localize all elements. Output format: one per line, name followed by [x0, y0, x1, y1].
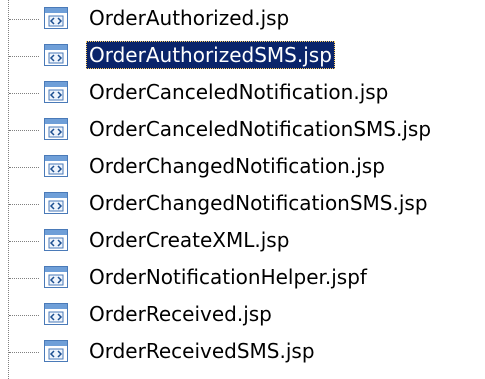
- tree-item-selected[interactable]: OrderAuthorizedSMS.jsp: [0, 37, 485, 74]
- jsp-file-icon: [44, 266, 68, 288]
- tree-item[interactable]: OrderNotificationHelper.jspf: [0, 259, 485, 296]
- tree-branch-line: [9, 130, 39, 131]
- jsp-file-icon: [44, 81, 68, 103]
- tree-branch-line: [9, 93, 39, 94]
- tree-item-label[interactable]: OrderAuthorizedSMS.jsp: [86, 41, 335, 69]
- tree-branch-line: [9, 19, 39, 20]
- jsp-file-icon: [44, 192, 68, 214]
- tree-branch-line: [9, 167, 39, 168]
- tree-item-label[interactable]: OrderChangedNotificationSMS.jsp: [86, 189, 431, 217]
- tree-item[interactable]: OrderReceivedSMS.jsp: [0, 333, 485, 370]
- jsp-file-icon: [44, 44, 68, 66]
- tree-item[interactable]: OrderCanceledNotificationSMS.jsp: [0, 111, 485, 148]
- tree-item[interactable]: OrderAuthorized.jsp: [0, 0, 485, 37]
- tree-item-label[interactable]: OrderCanceledNotification.jsp: [86, 78, 391, 106]
- tree-item-label[interactable]: OrderAuthorized.jsp: [86, 4, 292, 32]
- tree-item[interactable]: OrderReceived.jsp: [0, 296, 485, 333]
- tree-item[interactable]: OrderCreateXML.jsp: [0, 222, 485, 259]
- tree-branch-line: [9, 315, 39, 316]
- tree-item[interactable]: OrderChangedNotification.jsp: [0, 148, 485, 185]
- tree-branch-line: [9, 352, 39, 353]
- tree-branch-line: [9, 204, 39, 205]
- tree-branch-line: [9, 56, 39, 57]
- tree-item[interactable]: OrderChangedNotificationSMS.jsp: [0, 185, 485, 222]
- tree-item-label[interactable]: OrderCreateXML.jsp: [86, 226, 292, 254]
- jsp-file-icon: [44, 155, 68, 177]
- tree-item[interactable]: OrderCanceledNotification.jsp: [0, 74, 485, 111]
- tree-branch-line: [9, 278, 39, 279]
- tree-item-label[interactable]: OrderNotificationHelper.jspf: [86, 263, 370, 291]
- tree-item-label[interactable]: OrderCanceledNotificationSMS.jsp: [86, 115, 434, 143]
- jsp-file-icon: [44, 303, 68, 325]
- tree-item-label[interactable]: OrderChangedNotification.jsp: [86, 152, 388, 180]
- file-tree: OrderAuthorized.jsp OrderAuthorizedSMS.j…: [0, 0, 485, 379]
- tree-item-label[interactable]: OrderReceived.jsp: [86, 300, 275, 328]
- tree-item-label[interactable]: OrderReceivedSMS.jsp: [86, 337, 318, 365]
- tree-branch-line: [9, 241, 39, 242]
- jsp-file-icon: [44, 229, 68, 251]
- jsp-file-icon: [44, 118, 68, 140]
- jsp-file-icon: [44, 7, 68, 29]
- jsp-file-icon: [44, 340, 68, 362]
